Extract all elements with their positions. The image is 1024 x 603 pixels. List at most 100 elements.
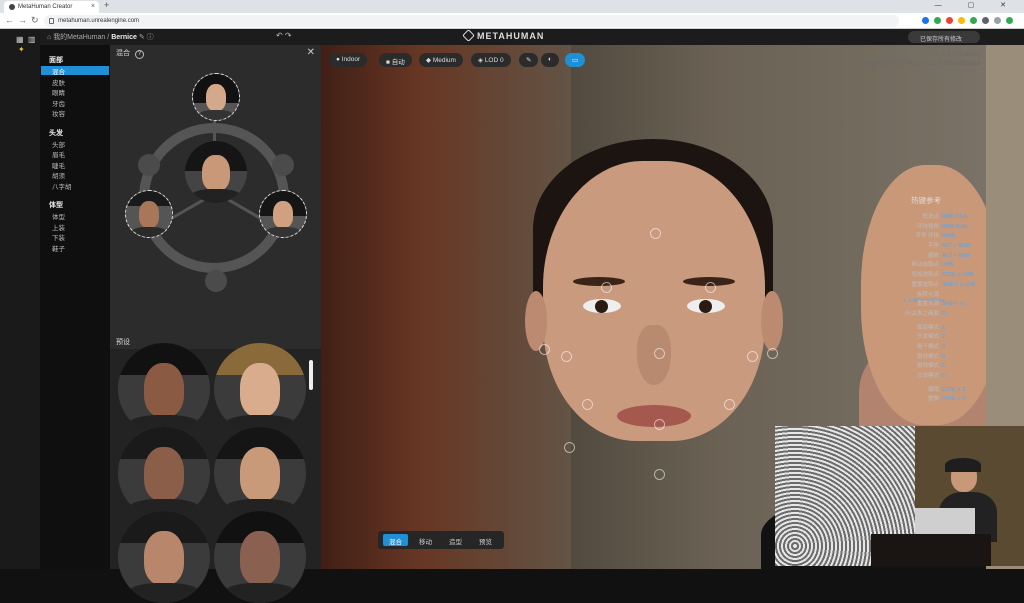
eyebrow-left bbox=[573, 277, 625, 286]
preset-face[interactable] bbox=[118, 427, 210, 519]
nav-item[interactable]: 下装 bbox=[52, 232, 65, 242]
undo-redo-icons[interactable]: ↶ ↷ bbox=[276, 31, 292, 40]
character-ear-left bbox=[525, 291, 547, 351]
help-icon[interactable]: ? bbox=[134, 50, 144, 59]
face-control-point[interactable] bbox=[564, 442, 575, 453]
hotkey-action: 增加选取点 bbox=[911, 272, 939, 279]
hotkey-keys: MMB bbox=[942, 233, 955, 240]
nav-item[interactable]: 头部 bbox=[52, 139, 65, 149]
nav-item[interactable]: 八字胡 bbox=[52, 181, 72, 191]
home-icon[interactable]: ⌂ bbox=[47, 34, 51, 41]
face-control-point[interactable] bbox=[767, 348, 778, 359]
grid-view-icon[interactable]: ▦ bbox=[16, 35, 24, 44]
blend-slot-empty[interactable] bbox=[205, 270, 227, 292]
viewport-toolbar-button[interactable]: ◆ Medium bbox=[419, 53, 463, 67]
blend-target-face-right[interactable] bbox=[259, 190, 307, 238]
browser-extension-icon[interactable] bbox=[922, 17, 929, 24]
nav-item[interactable]: 体型 bbox=[52, 211, 65, 221]
browser-extension-icon[interactable] bbox=[946, 17, 953, 24]
browser-tab[interactable]: MetaHuman Creator × bbox=[4, 1, 99, 13]
character-name[interactable]: Bernice bbox=[111, 34, 137, 41]
close-tab-icon[interactable]: × bbox=[91, 3, 95, 10]
blend-center-face[interactable] bbox=[185, 141, 247, 203]
preset-face[interactable] bbox=[214, 427, 306, 519]
hotkey-keys: SHIFT + LMB bbox=[942, 281, 976, 288]
nav-item[interactable]: 睫毛 bbox=[52, 160, 65, 170]
preset-face[interactable] bbox=[118, 511, 210, 603]
nav-item[interactable]: 眼睛 bbox=[52, 87, 65, 97]
face-control-point[interactable] bbox=[654, 419, 665, 430]
hotkey-title: 热键参考 bbox=[911, 196, 941, 205]
mode-tab[interactable]: 混合 bbox=[383, 534, 408, 546]
browser-extension-icon[interactable] bbox=[982, 17, 989, 24]
window-controls[interactable]: — ▢ ✕ bbox=[935, 1, 1018, 9]
nav-item[interactable]: 妆容 bbox=[52, 108, 65, 118]
face-control-point[interactable] bbox=[582, 399, 593, 410]
new-tab-button[interactable]: + bbox=[104, 0, 109, 10]
face-body bbox=[127, 582, 201, 603]
blend-target-face-top[interactable] bbox=[192, 73, 240, 121]
face-control-point[interactable] bbox=[601, 282, 612, 293]
blend-slot-empty[interactable] bbox=[272, 154, 294, 176]
save-status-button[interactable]: 已保存所有修改 bbox=[908, 31, 980, 43]
viewport-toolbar-button[interactable]: ◈ LOD 0 bbox=[471, 53, 511, 67]
mode-tab[interactable]: 造型 bbox=[443, 534, 468, 546]
mode-tab[interactable]: 预览 bbox=[473, 534, 498, 546]
edit-name-icon[interactable]: ✎ ⓘ bbox=[139, 34, 154, 41]
camera-icon[interactable]: ▭ bbox=[565, 53, 586, 67]
hotkey-keys: 3 bbox=[942, 343, 946, 350]
address-bar[interactable]: metahuman.unrealengine.com bbox=[44, 15, 899, 27]
face-control-point[interactable] bbox=[705, 282, 716, 293]
presets-scrollbar[interactable] bbox=[309, 360, 313, 390]
app-logo: METAHUMAN bbox=[462, 29, 544, 42]
nav-item[interactable]: 皮肤 bbox=[52, 77, 65, 87]
viewport-toolbar-button[interactable]: ■ 自动 bbox=[379, 53, 412, 67]
hotkey-keys: 1 bbox=[942, 324, 946, 331]
back-icon[interactable]: ← bbox=[5, 15, 14, 25]
hotkey-keys: 6 bbox=[942, 373, 946, 379]
browser-extension-icon[interactable] bbox=[994, 17, 1001, 24]
browser-toolbar: ← → ↻ metahuman.unrealengine.com bbox=[0, 13, 1024, 29]
face-control-point[interactable] bbox=[650, 228, 661, 239]
sphere-icon[interactable]: ◐ bbox=[541, 53, 559, 67]
breadcrumb-root[interactable]: 我的MetaHuman bbox=[53, 34, 105, 41]
hotkey-row: 过滤模式 6 bbox=[901, 371, 981, 381]
face-control-point[interactable] bbox=[654, 469, 665, 480]
nav-item[interactable]: 鞋子 bbox=[52, 243, 65, 253]
face-control-point[interactable] bbox=[539, 344, 550, 355]
forward-icon[interactable]: → bbox=[18, 15, 27, 25]
stats-icon[interactable]: ▥ bbox=[28, 35, 36, 44]
blend-panel-title: 混合 bbox=[116, 50, 130, 57]
browser-extension-icon[interactable] bbox=[958, 17, 965, 24]
close-panel-icon[interactable]: ✕ bbox=[307, 47, 315, 58]
reload-icon[interactable]: ↻ bbox=[31, 15, 39, 26]
nav-item[interactable]: 眉毛 bbox=[52, 149, 65, 159]
browser-extension-icon[interactable] bbox=[1006, 17, 1013, 24]
bookmark-star-icon[interactable] bbox=[908, 17, 915, 24]
preset-face[interactable] bbox=[118, 343, 210, 435]
presenter-hair bbox=[945, 458, 981, 472]
nav-item[interactable]: 牙齿 bbox=[52, 98, 65, 108]
preset-face[interactable] bbox=[214, 343, 306, 435]
mode-tab[interactable]: 移动 bbox=[413, 534, 438, 546]
hotkey-action: 头发模式 bbox=[916, 334, 939, 341]
wand-icon[interactable]: ✎ bbox=[519, 53, 539, 67]
blend-target-face-left[interactable] bbox=[125, 190, 173, 238]
preset-face[interactable] bbox=[214, 511, 306, 603]
browser-extension-icon[interactable] bbox=[934, 17, 941, 24]
browser-extension-icon[interactable] bbox=[970, 17, 977, 24]
face-control-point[interactable] bbox=[747, 351, 758, 362]
sparkle-icon[interactable]: ✦ bbox=[18, 45, 25, 54]
blend-slot-empty[interactable] bbox=[138, 154, 160, 176]
toolbar-button-label: 自动 bbox=[391, 59, 405, 66]
nav-item[interactable]: 胡须 bbox=[52, 170, 65, 180]
tab-title: MetaHuman Creator bbox=[18, 4, 73, 10]
face-control-point[interactable] bbox=[654, 348, 665, 359]
face-control-point[interactable] bbox=[561, 351, 572, 362]
nav-item[interactable]: 混合 bbox=[41, 66, 109, 76]
nav-item[interactable]: 上装 bbox=[52, 222, 65, 232]
face-control-point[interactable] bbox=[724, 399, 735, 410]
viewport-toolbar-button[interactable]: ● Indoor bbox=[329, 53, 368, 67]
face-body bbox=[197, 109, 235, 120]
browser-tab-strip: MetaHuman Creator × + — ▢ ✕ bbox=[0, 0, 1024, 13]
